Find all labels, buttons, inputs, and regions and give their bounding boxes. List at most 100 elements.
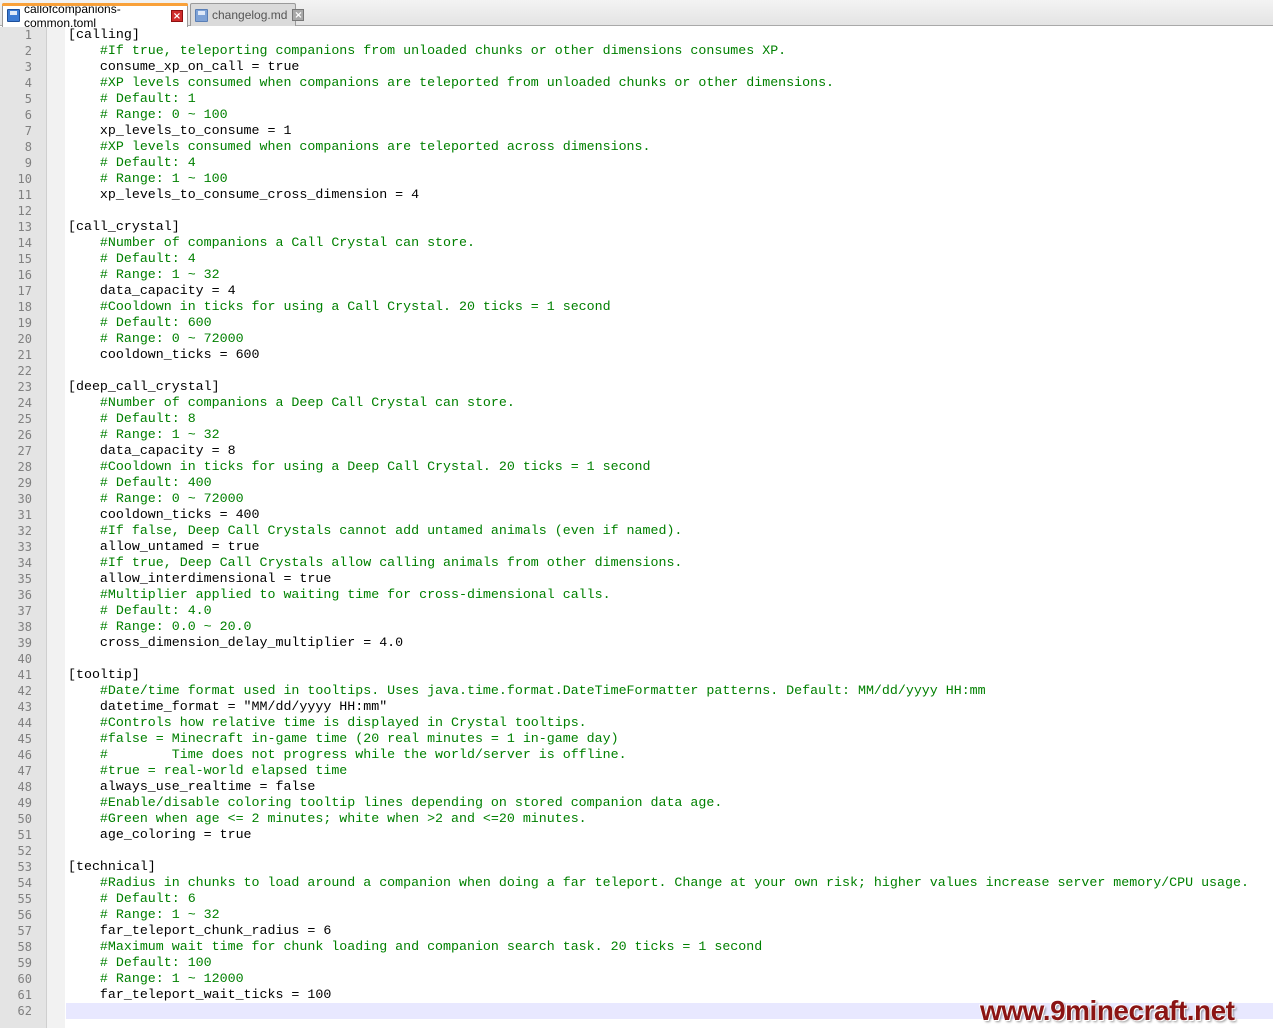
code-line[interactable]: 3 consume_xp_on_call = true bbox=[0, 59, 1273, 75]
line-number: 35 bbox=[17, 572, 32, 586]
line-number: 30 bbox=[17, 492, 32, 506]
code-line[interactable]: 39 cross_dimension_delay_multiplier = 4.… bbox=[0, 635, 1273, 651]
tab-callofcompanions-common[interactable]: callofcompanions-common.toml × bbox=[2, 2, 188, 30]
code-text: allow_untamed = true bbox=[68, 539, 260, 554]
code-line[interactable]: 31 cooldown_ticks = 400 bbox=[0, 507, 1273, 523]
code-line[interactable]: 6 # Range: 0 ~ 100 bbox=[0, 107, 1273, 123]
code-comment: # Range: 0.0 ~ 20.0 bbox=[68, 619, 252, 634]
code-line[interactable]: 40 bbox=[0, 651, 1273, 667]
code-line[interactable]: 50 #Green when age <= 2 minutes; white w… bbox=[0, 811, 1273, 827]
code-line[interactable]: 51 age_coloring = true bbox=[0, 827, 1273, 843]
code-line[interactable]: 45 #false = Minecraft in-game time (20 r… bbox=[0, 731, 1273, 747]
code-comment: # Default: 600 bbox=[68, 315, 212, 330]
code-text: xp_levels_to_consume_cross_dimension = 4 bbox=[68, 187, 420, 202]
line-number: 22 bbox=[17, 364, 32, 378]
code-line[interactable]: 7 xp_levels_to_consume = 1 bbox=[0, 123, 1273, 139]
code-line[interactable]: 9 # Default: 4 bbox=[0, 155, 1273, 171]
code-comment: #true = real-world elapsed time bbox=[68, 763, 348, 778]
code-comment: # Range: 0 ~ 72000 bbox=[68, 491, 244, 506]
code-line[interactable]: 11 xp_levels_to_consume_cross_dimension … bbox=[0, 187, 1273, 203]
code-line[interactable]: 24 #Number of companions a Deep Call Cry… bbox=[0, 395, 1273, 411]
code-line[interactable]: 18 #Cooldown in ticks for using a Call C… bbox=[0, 299, 1273, 315]
code-line[interactable]: 22 bbox=[0, 363, 1273, 379]
code-lines[interactable]: 1 [calling] 2 #If true, teleporting compan… bbox=[0, 27, 1273, 1019]
code-line[interactable]: 1 [calling] bbox=[0, 27, 1273, 43]
code-line[interactable]: 54 #Radius in chunks to load around a co… bbox=[0, 875, 1273, 891]
line-number: 59 bbox=[17, 956, 32, 970]
code-line[interactable]: 57 far_teleport_chunk_radius = 6 bbox=[0, 923, 1273, 939]
code-line[interactable]: 19 # Default: 600 bbox=[0, 315, 1273, 331]
line-highlight bbox=[66, 267, 1273, 283]
code-comment: #Date/time format used in tooltips. Uses… bbox=[68, 683, 986, 698]
code-comment: #Maximum wait time for chunk loading and… bbox=[68, 939, 763, 954]
line-highlight bbox=[66, 219, 1273, 235]
code-line[interactable]: 55 # Default: 6 bbox=[0, 891, 1273, 907]
code-line[interactable]: 16 # Range: 1 ~ 32 bbox=[0, 267, 1273, 283]
code-line[interactable]: 34 #If true, Deep Call Crystals allow ca… bbox=[0, 555, 1273, 571]
code-comment: #If false, Deep Call Crystals cannot add… bbox=[68, 523, 683, 538]
code-line[interactable]: 44 #Controls how relative time is displa… bbox=[0, 715, 1273, 731]
code-line[interactable]: 32 #If false, Deep Call Crystals cannot … bbox=[0, 523, 1273, 539]
code-line[interactable]: 49 #Enable/disable coloring tooltip line… bbox=[0, 795, 1273, 811]
code-line[interactable]: 29 # Default: 400 bbox=[0, 475, 1273, 491]
code-line[interactable]: 26 # Range: 1 ~ 32 bbox=[0, 427, 1273, 443]
code-line[interactable]: 42 #Date/time format used in tooltips. U… bbox=[0, 683, 1273, 699]
code-line[interactable]: 41 [tooltip] bbox=[0, 667, 1273, 683]
line-number: 56 bbox=[17, 908, 32, 922]
line-highlight bbox=[66, 315, 1273, 331]
code-line[interactable]: 5 # Default: 1 bbox=[0, 91, 1273, 107]
code-editor[interactable]: 1 [calling] 2 #If true, teleporting compan… bbox=[0, 27, 1273, 1028]
tab-changelog[interactable]: changelog.md × bbox=[190, 3, 305, 26]
code-line[interactable]: 13 [call_crystal] bbox=[0, 219, 1273, 235]
line-highlight bbox=[66, 155, 1273, 171]
line-highlight bbox=[66, 843, 1273, 859]
code-line[interactable]: 27 data_capacity = 8 bbox=[0, 443, 1273, 459]
code-line[interactable]: 37 # Default: 4.0 bbox=[0, 603, 1273, 619]
code-text: [call_crystal] bbox=[68, 219, 180, 234]
code-line[interactable]: 52 bbox=[0, 843, 1273, 859]
code-line[interactable]: 17 data_capacity = 4 bbox=[0, 283, 1273, 299]
line-number: 61 bbox=[17, 988, 32, 1002]
tab-bar: callofcompanions-common.toml × changelog… bbox=[0, 0, 1273, 30]
code-line[interactable]: 56 # Range: 1 ~ 32 bbox=[0, 907, 1273, 923]
code-line[interactable]: 53 [technical] bbox=[0, 859, 1273, 875]
code-line[interactable]: 33 allow_untamed = true bbox=[0, 539, 1273, 555]
code-line[interactable]: 10 # Range: 1 ~ 100 bbox=[0, 171, 1273, 187]
code-line[interactable]: 15 # Default: 4 bbox=[0, 251, 1273, 267]
line-number: 9 bbox=[24, 156, 32, 170]
code-line[interactable]: 14 #Number of companions a Call Crystal … bbox=[0, 235, 1273, 251]
code-line[interactable]: 4 #XP levels consumed when companions ar… bbox=[0, 75, 1273, 91]
code-comment: # Default: 400 bbox=[68, 475, 212, 490]
line-highlight bbox=[66, 331, 1273, 347]
line-highlight bbox=[66, 891, 1273, 907]
code-text: age_coloring = true bbox=[68, 827, 252, 842]
line-number: 25 bbox=[17, 412, 32, 426]
code-line[interactable]: 2 #If true, teleporting companions from … bbox=[0, 43, 1273, 59]
close-icon[interactable]: × bbox=[171, 9, 183, 22]
close-icon[interactable]: × bbox=[292, 9, 305, 21]
code-line[interactable]: 21 cooldown_ticks = 600 bbox=[0, 347, 1273, 363]
code-line[interactable]: 8 #XP levels consumed when companions ar… bbox=[0, 139, 1273, 155]
code-line[interactable]: 30 # Range: 0 ~ 72000 bbox=[0, 491, 1273, 507]
code-line[interactable]: 43 datetime_format = "MM/dd/yyyy HH:mm" bbox=[0, 699, 1273, 715]
code-line[interactable]: 20 # Range: 0 ~ 72000 bbox=[0, 331, 1273, 347]
code-line[interactable]: 38 # Range: 0.0 ~ 20.0 bbox=[0, 619, 1273, 635]
code-line[interactable]: 60 # Range: 1 ~ 12000 bbox=[0, 971, 1273, 987]
code-line[interactable]: 47 #true = real-world elapsed time bbox=[0, 763, 1273, 779]
line-number: 4 bbox=[24, 76, 32, 90]
code-line[interactable]: 46 # Time does not progress while the wo… bbox=[0, 747, 1273, 763]
code-line[interactable]: 58 #Maximum wait time for chunk loading … bbox=[0, 939, 1273, 955]
line-number: 52 bbox=[17, 844, 32, 858]
code-line[interactable]: 59 # Default: 100 bbox=[0, 955, 1273, 971]
code-line[interactable]: 35 allow_interdimensional = true bbox=[0, 571, 1273, 587]
code-line[interactable]: 23 [deep_call_crystal] bbox=[0, 379, 1273, 395]
code-comment: # Default: 4.0 bbox=[68, 603, 212, 618]
code-line[interactable]: 28 #Cooldown in ticks for using a Deep C… bbox=[0, 459, 1273, 475]
code-line[interactable]: 12 bbox=[0, 203, 1273, 219]
code-line[interactable]: 36 #Multiplier applied to waiting time f… bbox=[0, 587, 1273, 603]
line-highlight bbox=[66, 955, 1273, 971]
code-text: cross_dimension_delay_multiplier = 4.0 bbox=[68, 635, 404, 650]
code-line[interactable]: 25 # Default: 8 bbox=[0, 411, 1273, 427]
line-number: 50 bbox=[17, 812, 32, 826]
code-line[interactable]: 48 always_use_realtime = false bbox=[0, 779, 1273, 795]
